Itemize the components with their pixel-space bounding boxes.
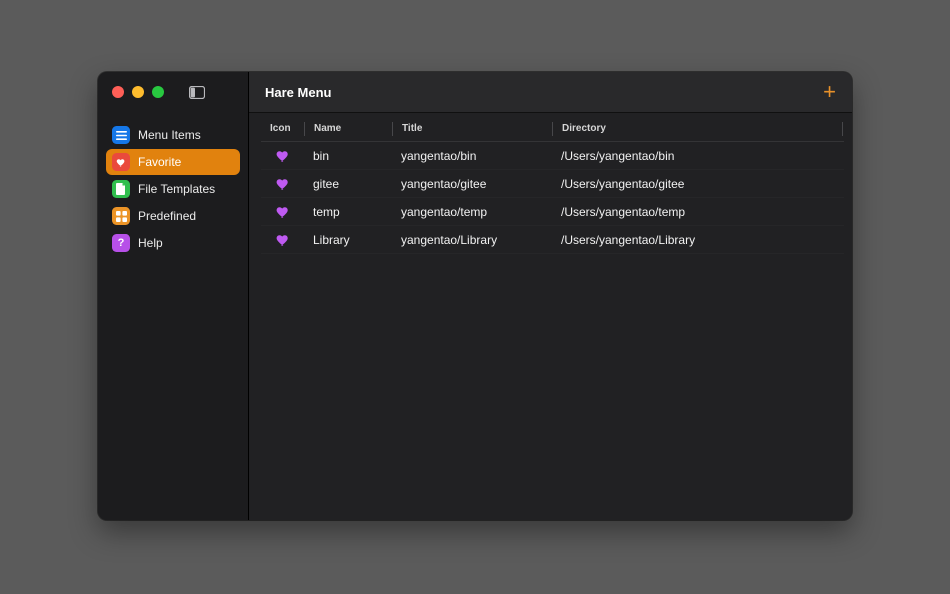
minimize-button[interactable] xyxy=(132,86,144,98)
row-name: Library xyxy=(313,232,350,247)
sidebar-item-label: Favorite xyxy=(138,155,182,169)
sidebar: Menu Items Favorite File Templates Prede… xyxy=(98,72,249,520)
row-title: yangentao/Library xyxy=(401,232,498,247)
main-panel: Hare Menu + Icon Name Title Directory bi… xyxy=(249,72,852,520)
sidebar-item-label: Predefined xyxy=(138,209,197,223)
titlebar: Hare Menu + xyxy=(249,72,852,113)
row-icon-cell xyxy=(261,148,304,164)
row-name: gitee xyxy=(313,176,340,191)
row-title: yangentao/gitee xyxy=(401,176,487,191)
table-header: Icon Name Title Directory xyxy=(261,117,844,142)
sidebar-item-label: Help xyxy=(138,236,163,250)
row-directory: /Users/yangentao/bin xyxy=(561,148,675,163)
app-window: Menu Items Favorite File Templates Prede… xyxy=(98,72,852,520)
row-name: temp xyxy=(313,204,340,219)
row-name: bin xyxy=(313,148,330,163)
heart-icon xyxy=(112,153,130,171)
sidebar-item-menu-items[interactable]: Menu Items xyxy=(106,122,240,148)
question-icon: ? xyxy=(112,234,130,252)
grid-icon xyxy=(112,207,130,225)
sidebar-item-file-templates[interactable]: File Templates xyxy=(106,176,240,202)
row-directory: /Users/yangentao/gitee xyxy=(561,176,685,191)
heart-icon xyxy=(276,150,288,162)
favorites-table: Icon Name Title Directory bin yangentao/… xyxy=(249,113,852,254)
row-directory: /Users/yangentao/Library xyxy=(561,232,696,247)
sidebar-nav: Menu Items Favorite File Templates Prede… xyxy=(98,112,248,257)
column-header-icon[interactable]: Icon xyxy=(261,122,304,136)
sidebar-item-help[interactable]: ? Help xyxy=(106,230,240,256)
table-row[interactable]: temp yangentao/temp /Users/yangentao/tem… xyxy=(261,198,844,226)
close-button[interactable] xyxy=(112,86,124,98)
sidebar-item-label: Menu Items xyxy=(138,128,201,142)
column-header-title[interactable]: Title xyxy=(392,122,552,136)
row-title: yangentao/bin xyxy=(401,148,477,163)
column-header-directory[interactable]: Directory xyxy=(552,122,842,136)
heart-icon xyxy=(276,178,288,190)
column-header-name[interactable]: Name xyxy=(304,122,392,136)
window-title: Hare Menu xyxy=(265,84,332,100)
add-button[interactable]: + xyxy=(823,81,836,103)
list-icon xyxy=(112,126,130,144)
row-icon-cell xyxy=(261,204,304,220)
table-row[interactable]: bin yangentao/bin /Users/yangentao/bin xyxy=(261,142,844,170)
sidebar-item-predefined[interactable]: Predefined xyxy=(106,203,240,229)
table-row[interactable]: Library yangentao/Library /Users/yangent… xyxy=(261,226,844,254)
heart-icon xyxy=(276,206,288,218)
zoom-button[interactable] xyxy=(152,86,164,98)
sidebar-toggle-button[interactable] xyxy=(186,83,208,101)
file-icon xyxy=(112,180,130,198)
sidebar-item-label: File Templates xyxy=(138,182,216,196)
sidebar-toggle-icon xyxy=(189,85,205,99)
row-icon-cell xyxy=(261,232,304,248)
row-icon-cell xyxy=(261,176,304,192)
row-title: yangentao/temp xyxy=(401,204,488,219)
table-row[interactable]: gitee yangentao/gitee /Users/yangentao/g… xyxy=(261,170,844,198)
heart-icon xyxy=(276,234,288,246)
row-directory: /Users/yangentao/temp xyxy=(561,204,686,219)
sidebar-item-favorite[interactable]: Favorite xyxy=(106,149,240,175)
header-end-divider xyxy=(842,122,844,136)
sidebar-titlebar xyxy=(98,72,248,112)
